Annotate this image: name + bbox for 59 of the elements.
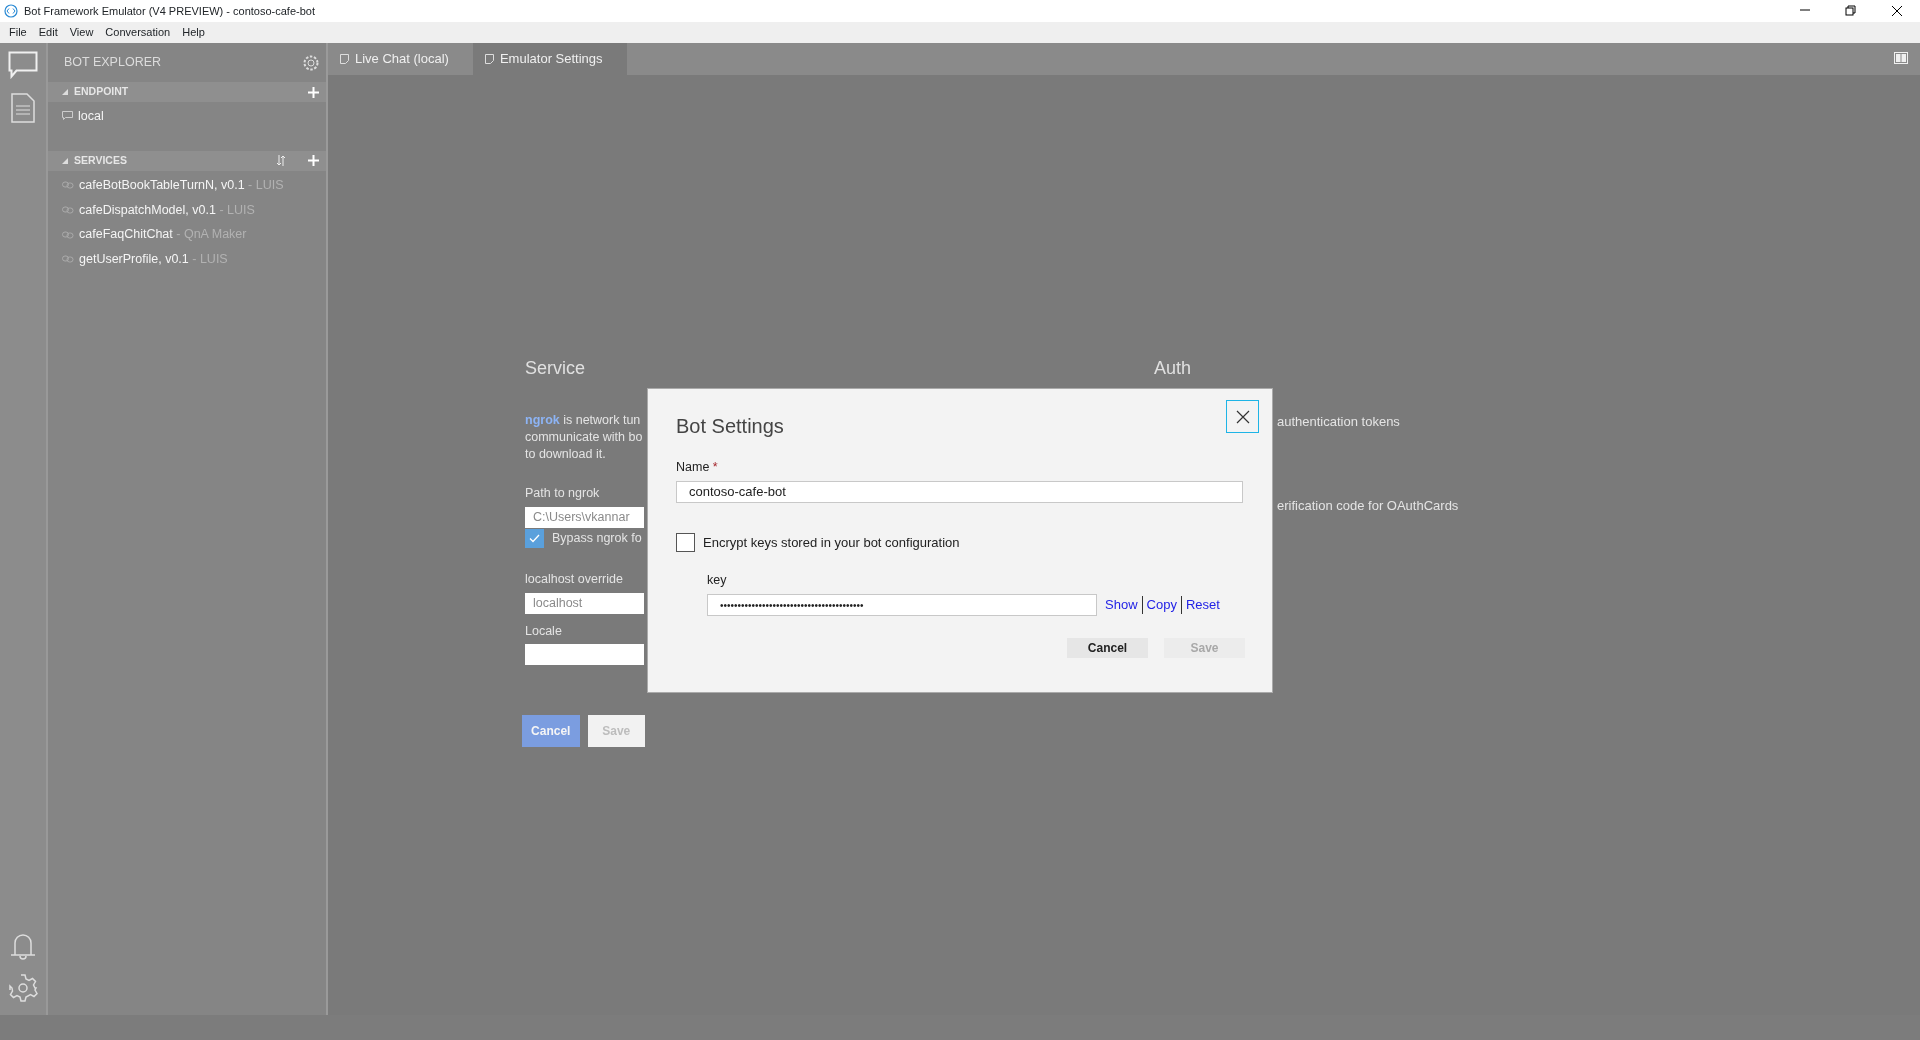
link[interactable]: Reset xyxy=(1181,596,1224,614)
tab[interactable]: Emulator Settings xyxy=(472,43,627,75)
ngrok-link[interactable]: ngrok xyxy=(525,413,560,427)
link-icon xyxy=(62,181,74,190)
close-icon[interactable] xyxy=(1891,5,1903,17)
checkbox-label: Bypass ngrok fo xyxy=(552,529,642,547)
field-label: Name * xyxy=(676,459,719,476)
document-icon[interactable] xyxy=(11,93,35,123)
path-field[interactable]: C:\Users\vkannar xyxy=(525,506,644,528)
bell-icon[interactable] xyxy=(9,933,37,963)
section-header[interactable]: SERVICES xyxy=(48,150,326,171)
key-field[interactable]: ••••••••••••••••••••••••••••••••••••••••• xyxy=(707,594,1097,616)
restore-icon[interactable] xyxy=(1845,5,1857,17)
section-header[interactable]: ENDPOINT xyxy=(48,82,326,102)
link-icon xyxy=(62,255,74,264)
explorer-title: BOT EXPLORER xyxy=(64,54,162,72)
name-field[interactable]: contoso-cafe-bot xyxy=(676,480,1243,503)
add-icon[interactable] xyxy=(308,86,319,98)
sort-icon[interactable] xyxy=(276,155,286,167)
menu-item[interactable]: Help xyxy=(177,24,210,41)
menu-item[interactable]: Edit xyxy=(33,24,63,41)
field-label: key xyxy=(707,572,728,590)
field-label: Locale xyxy=(525,622,563,640)
cancel-button[interactable]: Cancel xyxy=(1067,638,1148,658)
localhost-field[interactable]: localhost xyxy=(525,592,644,614)
settings-icon[interactable] xyxy=(8,973,38,1003)
close-button[interactable] xyxy=(1226,400,1259,433)
link-icon xyxy=(62,230,74,239)
app-logo-icon xyxy=(4,4,18,18)
locale-field[interactable] xyxy=(525,644,644,666)
add-icon[interactable] xyxy=(308,155,319,167)
field-label: localhost override xyxy=(525,570,624,588)
section-heading: Service xyxy=(525,357,587,380)
section-heading: Auth xyxy=(1154,357,1193,380)
cancel-button[interactable]: Cancel xyxy=(522,715,580,748)
checkbox[interactable] xyxy=(676,533,695,552)
link-icon xyxy=(62,205,74,214)
description-text: ngrok is network tun communicate with bo to download it. xyxy=(525,412,644,463)
checkbox-label: Encrypt keys stored in your bot configuration xyxy=(703,533,960,552)
document-icon xyxy=(484,54,494,64)
checkbox[interactable] xyxy=(525,528,544,548)
description-text: authentication tokens xyxy=(1277,413,1401,431)
field-label: Path to ngrok xyxy=(525,485,601,502)
chat-icon[interactable] xyxy=(8,51,38,79)
link[interactable]: Show xyxy=(1101,596,1143,614)
menu-item[interactable]: Conversation xyxy=(100,24,176,41)
window-title: Bot Framework Emulator (V4 PREVIEW) - contoso-cafe-bot xyxy=(24,3,316,19)
tree-item[interactable]: local xyxy=(78,107,104,126)
link[interactable]: Copy xyxy=(1142,596,1182,614)
chat-icon xyxy=(62,111,73,122)
dialog-title: Bot Settings xyxy=(676,414,785,439)
menu-item[interactable]: File xyxy=(4,24,32,41)
check-icon xyxy=(529,533,540,543)
settings-icon[interactable] xyxy=(302,53,320,72)
description-text: erification code for OAuthCards xyxy=(1277,496,1459,515)
split-view-icon[interactable] xyxy=(1894,52,1908,64)
menu-item[interactable]: View xyxy=(64,24,99,41)
close-icon xyxy=(1235,409,1250,424)
document-icon xyxy=(340,54,349,64)
